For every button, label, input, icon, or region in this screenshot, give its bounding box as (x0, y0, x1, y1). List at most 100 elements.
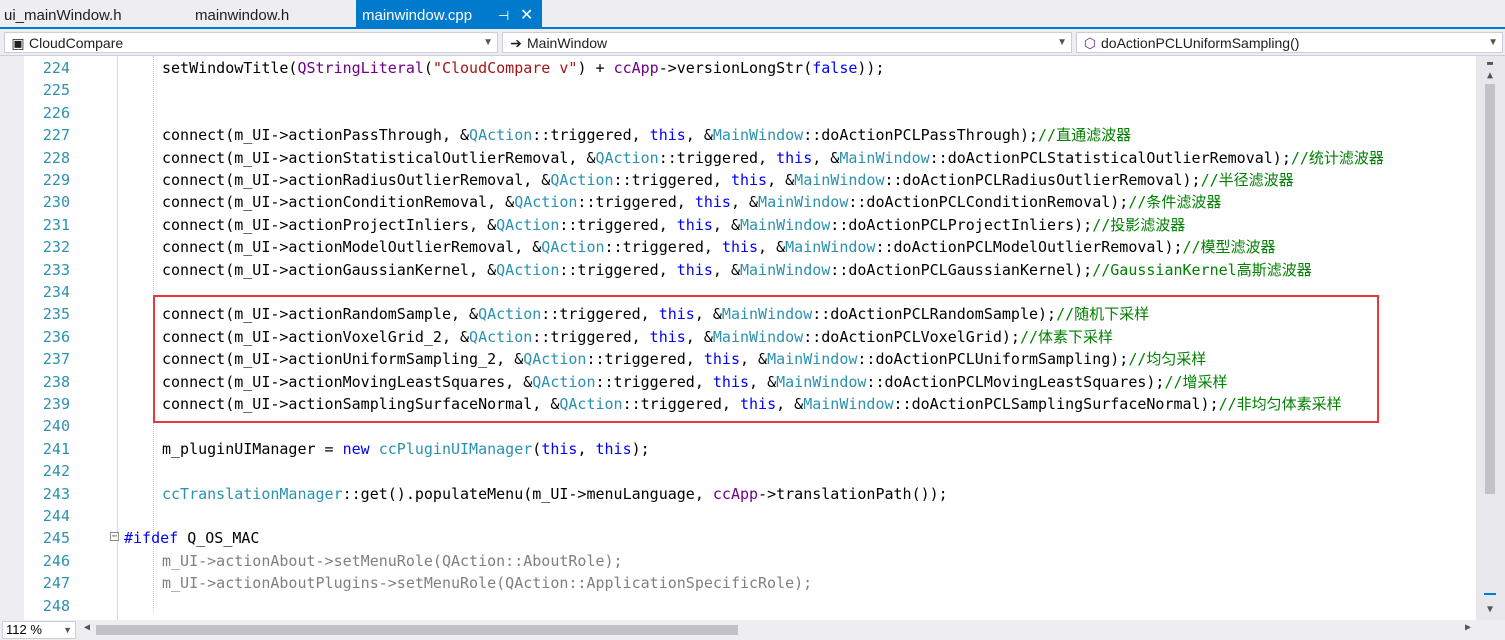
zoom-level: 112 % (6, 622, 42, 637)
line-number: 224 (42, 59, 70, 77)
line-number: 238 (42, 372, 70, 391)
code-text[interactable]: m_UI->actionAboutPlugins->setMenuRole(QA… (162, 572, 812, 594)
code-text[interactable]: ccTranslationManager::get().populateMenu… (162, 483, 948, 505)
code-text[interactable]: m_pluginUIManager = new ccPluginUIManage… (162, 438, 650, 460)
code-line: 248 (0, 595, 1476, 617)
code-token: ::doActionPCLStatisticalOutlierRemoval); (929, 148, 1291, 167)
line-number: 229 (42, 171, 70, 189)
code-token: ( (423, 59, 433, 77)
code-token: m_UI->actionAboutPlugins->setMenuRole(QA… (162, 574, 813, 593)
code-token: ccApp (712, 484, 759, 503)
line-number: 247 (42, 574, 70, 593)
vertical-scrollbar[interactable]: ▬ ▲ ▼ (1476, 56, 1505, 620)
code-text[interactable]: connect(m_UI->actionModelOutlierRemoval,… (162, 236, 1276, 258)
code-token: ::doActionPCLConditionRemoval); (848, 193, 1129, 212)
line-number: 228 (42, 148, 70, 167)
tab-mainwindow-cpp[interactable]: mainwindow.cpp ⊣ ✕ (356, 0, 542, 29)
code-token: m_UI->actionAbout->setMenuRole(QAction::… (162, 551, 623, 570)
project-dropdown[interactable]: ▣ CloudCompare ▼ (4, 32, 498, 53)
code-token: ->versionLongStr( (658, 59, 813, 77)
code-token: this (595, 439, 632, 458)
code-token: ccTranslationManager (162, 484, 343, 503)
zoom-dropdown[interactable]: 112 % ▼ (2, 621, 76, 639)
project-label: CloudCompare (29, 35, 124, 51)
code-token: , & (758, 238, 786, 257)
tab-mainwindow-h[interactable]: mainwindow.h (195, 0, 289, 29)
code-token: ::triggered, (559, 215, 677, 234)
code-token: ccApp (613, 59, 659, 77)
code-token: ::triggered, (577, 193, 695, 212)
scope-dropdown[interactable]: ➔ MainWindow ▼ (502, 32, 1072, 53)
code-token: , & (730, 193, 759, 212)
code-token: MainWindow (794, 171, 885, 189)
code-text[interactable]: connect(m_UI->actionConditionRemoval, &Q… (162, 191, 1221, 213)
caret-position-marker (1484, 593, 1496, 595)
navigation-bar: ▣ CloudCompare ▼ ➔ MainWindow ▼ ⬡ doActi… (0, 29, 1505, 56)
code-token: QAction (541, 238, 605, 257)
line-number: 243 (42, 484, 70, 503)
line-number: 248 (42, 596, 70, 615)
code-line: 245 − #ifdef Q_OS_MAC (0, 527, 1476, 549)
code-token: this (694, 193, 731, 212)
code-line: 247 m_UI->actionAboutPlugins->setMenuRole… (0, 572, 1476, 594)
chevron-down-icon: ▼ (1488, 37, 1498, 48)
code-token: //半径滤波器 (1200, 171, 1294, 189)
code-token: this (541, 439, 578, 458)
scroll-left-icon[interactable]: ◀ (84, 622, 90, 633)
line-number: 233 (42, 260, 70, 279)
split-icon[interactable]: ▬ (1480, 58, 1500, 70)
code-token: this (676, 260, 713, 279)
collapse-region-icon[interactable]: − (110, 532, 119, 542)
code-text[interactable]: connect(m_UI->actionRadiusOutlierRemoval… (162, 169, 1294, 191)
scroll-right-icon[interactable]: ▶ (1465, 622, 1471, 633)
code-token: QAction (469, 126, 533, 145)
code-token: Q_OS_MAC (178, 529, 260, 548)
code-token: QAction (550, 171, 614, 189)
code-line: 227 connect(m_UI->actionPassThrough, &QAc… (0, 124, 1476, 146)
code-token: ccPluginUIManager (378, 439, 533, 458)
code-text[interactable]: setWindowTitle(QStringLiteral("CloudComp… (162, 57, 885, 79)
chevron-down-icon: ▼ (63, 625, 72, 635)
code-token: , & (712, 215, 740, 234)
code-text[interactable]: connect(m_UI->actionPassThrough, &QActio… (162, 124, 1131, 146)
code-token: //直通滤波器 (1038, 126, 1132, 145)
code-token: ::triggered, (613, 171, 731, 189)
line-number: 242 (42, 462, 70, 481)
line-number: 245 (42, 529, 70, 548)
code-token: MainWindow (712, 126, 804, 145)
code-token: connect(m_UI->actionPassThrough, & (162, 126, 470, 145)
code-token: , & (712, 260, 740, 279)
method-icon: ⬡ (1083, 35, 1097, 51)
line-number: 246 (42, 551, 70, 570)
code-token: MainWindow (839, 148, 930, 167)
scroll-up-icon[interactable]: ▲ (1480, 70, 1500, 82)
code-token: )); (857, 59, 885, 77)
project-icon: ▣ (11, 35, 25, 51)
code-token: connect(m_UI->actionConditionRemoval, & (162, 193, 515, 212)
code-token: QAction (496, 215, 560, 234)
code-line: 229 connect(m_UI->actionRadiusOutlierRemo… (0, 169, 1476, 191)
code-editor[interactable]: 224 setWindowTitle(QStringLiteral("CloudC… (0, 56, 1505, 620)
code-token: ::doActionPCLModelOutlierRemoval); (875, 238, 1183, 257)
code-text[interactable]: connect(m_UI->actionStatisticalOutlierRe… (162, 147, 1384, 169)
code-token: ); (631, 439, 650, 458)
member-dropdown[interactable]: ⬡ doActionPCLUniformSampling() ▼ (1076, 32, 1503, 53)
code-line: 233 connect(m_UI->actionGaussianKernel, &… (0, 259, 1476, 281)
code-token: this (721, 238, 759, 257)
code-token: //模型滤波器 (1182, 238, 1276, 257)
code-text[interactable]: m_UI->actionAbout->setMenuRole(QAction::… (162, 550, 623, 572)
scroll-down-icon[interactable]: ▼ (1480, 604, 1500, 616)
highlight-box (153, 295, 1379, 423)
tab-ui-mainwindow-h[interactable]: ui_mainWindow.h (4, 0, 122, 29)
horizontal-scroll-thumb[interactable] (96, 625, 738, 635)
code-token: , (577, 439, 596, 458)
chevron-down-icon: ▼ (483, 37, 493, 48)
code-text[interactable]: connect(m_UI->actionGaussianKernel, &QAc… (162, 259, 1312, 281)
code-token: QAction (595, 148, 659, 167)
code-text[interactable]: connect(m_UI->actionProjectInliers, &QAc… (162, 214, 1185, 236)
code-line: 228 connect(m_UI->actionStatisticalOutlie… (0, 147, 1476, 169)
code-text[interactable]: #ifdef Q_OS_MAC (124, 527, 259, 549)
vertical-scroll-thumb[interactable] (1485, 84, 1495, 494)
line-number: 244 (42, 507, 70, 525)
code-token: "CloudCompare v" (432, 59, 578, 77)
